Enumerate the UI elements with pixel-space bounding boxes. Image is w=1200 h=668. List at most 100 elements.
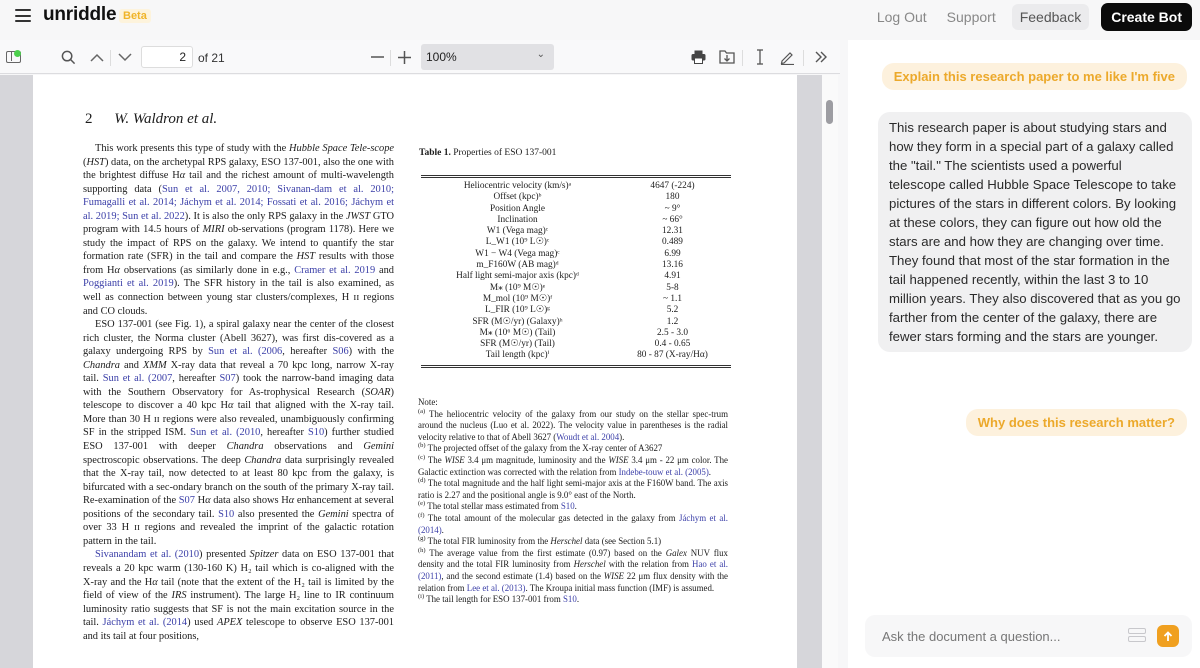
table-note: (d) The total magnitude and the half lig… [418,477,728,501]
property-value: 12.31 [662,226,683,237]
citation-link[interactable]: Woudt et al. 2004 [556,432,619,442]
logout-link[interactable]: Log Out [869,4,935,30]
property-name: Heliocentric velocity (km/s)ᵃ [463,181,572,191]
table-row: SFR (M☉/yr) (Tail) 0.4 - 0.65 [421,339,731,350]
download-icon[interactable] [717,47,737,67]
property-value: 5.2 [666,305,679,316]
text-run: The [425,454,445,465]
chevron-down-icon[interactable] [115,47,135,67]
text-run: WISE [608,454,629,465]
printer-icon[interactable] [688,47,708,67]
citation-link[interactable]: Cramer et al. 2019 [294,265,375,276]
text-run: HST [86,156,105,168]
property-name: M⁎ (10⁹ M☉)ᵉ [489,282,546,293]
property-value: 6.99 [664,248,681,259]
table-row: Tail length (kpc)ⁱ 80 - 87 (X-ray/Hα) [421,350,731,361]
table-note: (f) The total amount of the molecular ga… [418,512,728,536]
text-run: , hereafter [282,346,333,358]
text-run: Chandra [226,441,264,453]
vertical-scrollbar[interactable] [822,75,838,668]
send-button[interactable] [1157,625,1179,647]
citation-link[interactable]: Sun et al. (2007 [103,373,173,384]
text-run: observations (as similarly done in e.g., [120,264,295,276]
body-text-column: This work presents this type of study wi… [83,142,394,643]
plus-icon[interactable] [394,47,414,67]
property-name: m_F160W (AB mag)ᵈ [476,260,559,271]
text-run: Gemini [318,508,349,520]
citation-link[interactable]: S10 [563,594,577,604]
property-name: Half light semi-major axis (kpc)ᵈ [456,271,579,282]
text-run: MIRI [202,224,225,236]
feedback-button[interactable]: Feedback [1011,4,1090,30]
property-value: 4.91 [664,271,681,282]
citation-link[interactable]: Lee et al. (2013) [467,583,526,593]
pdf-viewer[interactable]: 2 W. Waldron et al. This work presents t… [0,75,838,668]
properties-table: Heliocentric velocity (km/s)ᵃ 4647 (-224)… [421,175,731,368]
citation-link[interactable]: S10 [218,509,234,520]
pencil-icon[interactable] [777,47,797,67]
citation-link[interactable]: Jáchym et al. (2014 [103,617,188,628]
text-run: The total FIR luminosity from the [425,536,551,547]
citation-link[interactable]: S10 [308,427,324,438]
top-nav: unriddle Beta Log Out Support Feedback C… [0,0,1200,32]
property-value: ~ 9° [664,203,681,214]
list-icon[interactable] [1128,628,1146,644]
menu-icon[interactable] [15,9,31,22]
assistant-message: This research paper is about studying st… [878,112,1192,352]
body-paragraph: ESO 137-001 (see Fig. 1), a spiral galax… [83,318,394,548]
text-run: ) presented [199,549,250,561]
citation-link[interactable]: Sivanandam et al. (2010 [95,549,199,560]
table-row: Position Angle ~ 9° [421,204,731,215]
citation-link[interactable]: Indebe-touw et al. (2005) [619,467,709,477]
chevron-up-icon[interactable] [87,47,107,67]
citation-link[interactable]: Sun et al. (2010 [190,427,260,438]
text-run: , hereafter [172,373,220,385]
property-name: M⁎ (10⁶ M☉) (Tail) [479,327,556,338]
text-run: data also shows H [210,495,289,507]
citation-link[interactable]: S07 [179,495,195,506]
table-notes: Note: (a) The heliocentric velocity of t… [418,397,728,606]
support-link[interactable]: Support [939,4,1004,30]
table-row: W1 (Vega mag)ᶜ 12.31 [421,226,731,237]
text-cursor-icon[interactable] [750,47,770,67]
property-name: M_mol (10⁹ M☉)ᶠ [482,293,553,304]
property-value: 80 - 87 (X-ray/Hα) [637,350,708,361]
citation-link[interactable]: Sun et al. (2006 [208,346,282,357]
scrollbar-thumb[interactable] [826,100,833,124]
text-run: APEX [216,617,243,629]
citation-link[interactable]: S06 [332,346,348,357]
chat-panel: Explain this research paper to me like I… [848,40,1200,668]
text-run: H [194,495,206,507]
text-run: . [708,466,712,477]
body-paragraph: This work presents this type of study wi… [83,142,394,318]
double-chevron-right-icon[interactable] [811,47,831,67]
property-value: ~ 66° [662,214,683,225]
pdf-toolbar: of 21 100% ⌄ [0,40,840,74]
table-row: Offset (kpc)ᵇ 180 [421,192,731,203]
minus-icon[interactable] [367,47,387,67]
table-row: m_F160W (AB mag)ᵈ 13.16 [421,260,731,271]
table-row: Inclination ~ 66° [421,215,731,226]
search-icon[interactable] [58,47,78,67]
app-logo[interactable]: unriddle [43,4,117,26]
sidebar-toggle-icon[interactable] [3,47,23,67]
user-message: Why does this research matter? [965,409,1187,436]
zoom-level-value: 100% [426,50,457,64]
citation-link[interactable]: S10 [561,501,575,511]
text-run: ) used [187,617,217,629]
property-value: ~ 1.1 [663,293,682,304]
create-bot-button[interactable]: Create Bot [1101,3,1192,31]
text-run: ). [619,431,625,442]
zoom-level-select[interactable]: 100% ⌄ [421,44,554,70]
property-value: 0.4 - 0.65 [654,339,691,350]
page-number-input[interactable] [141,46,193,68]
arrow-up-icon [1163,630,1173,641]
text-run: The projected offset of the galaxy from … [425,443,663,454]
table-row: M⁎ (10⁶ M☉) (Tail) 2.5 - 3.0 [421,328,731,339]
citation-link[interactable]: S07 [220,373,236,384]
chevron-down-icon: ⌄ [536,49,545,60]
text-run: also presented the [234,508,319,520]
text-run: Hubble Space Tele-scope [289,143,394,154]
citation-link[interactable]: Poggianti et al. 2019 [83,278,174,289]
chat-question-input[interactable] [865,615,1115,657]
